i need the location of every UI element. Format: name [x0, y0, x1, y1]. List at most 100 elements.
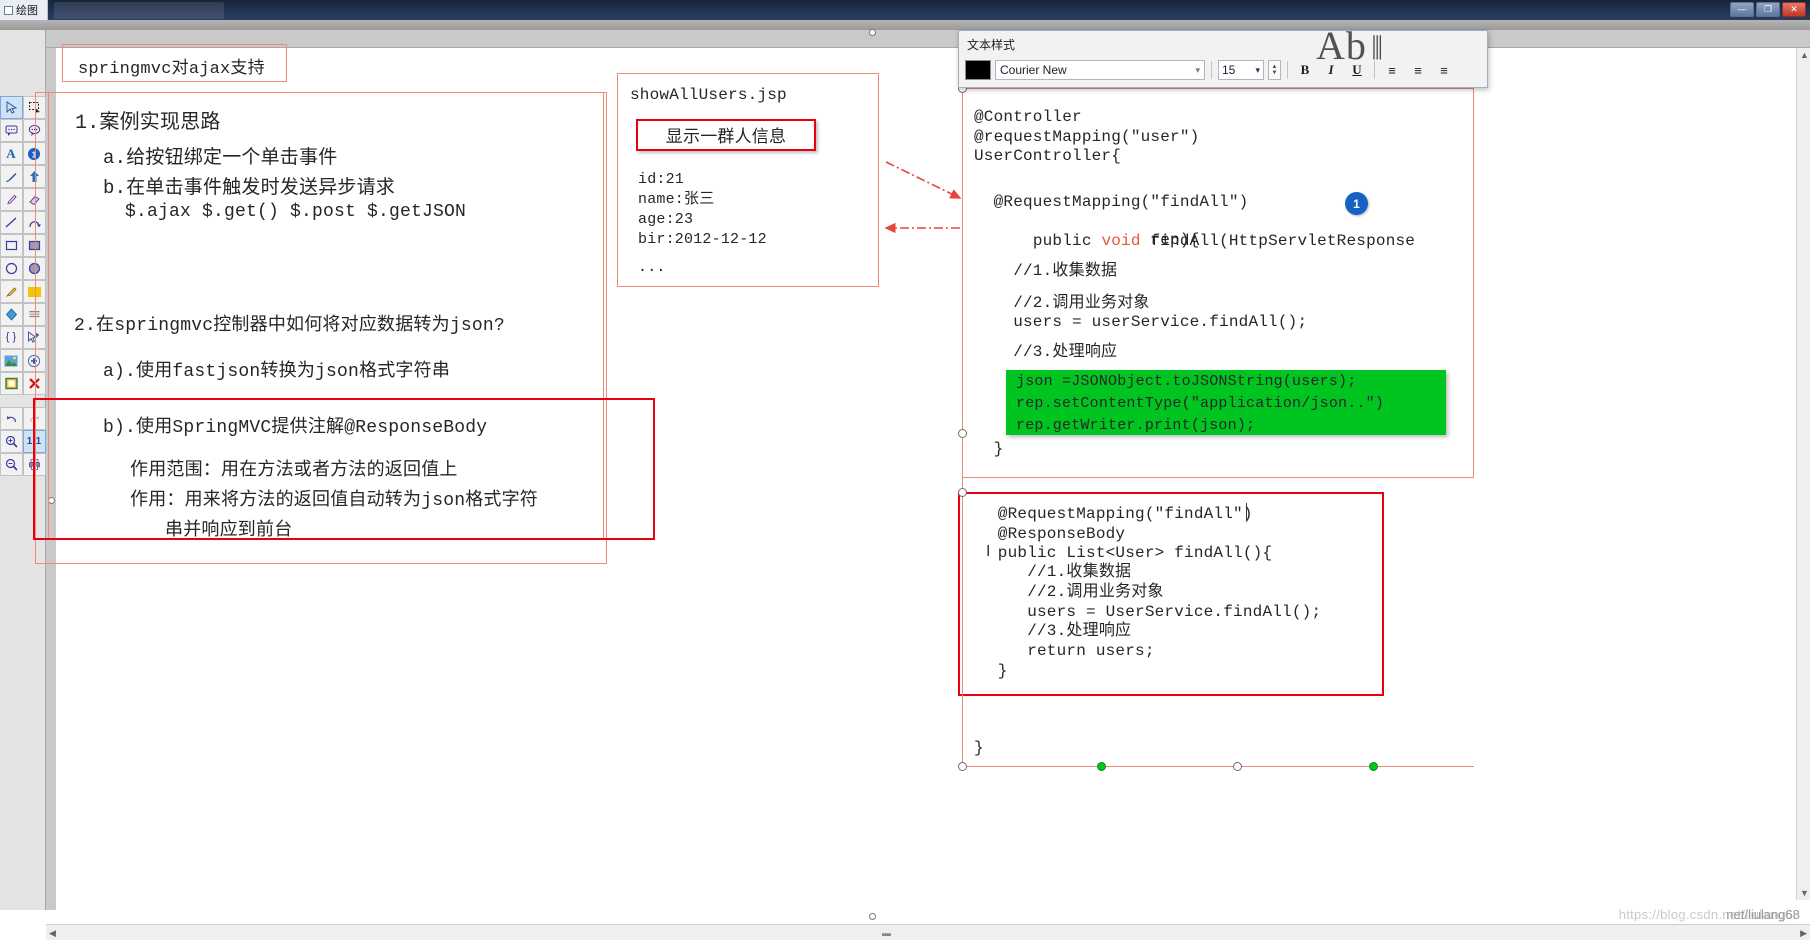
selection-line-bottom [962, 766, 1474, 767]
chevron-down-icon: ▾ [1195, 64, 1200, 75]
scroll-down-arrow-icon[interactable]: ▼ [1800, 888, 1809, 898]
line-tool-icon[interactable] [0, 211, 23, 234]
jsp-data-line-3: age:23 [638, 211, 694, 228]
highlighter-tool-icon[interactable] [0, 280, 23, 303]
select-pointer-tool-icon[interactable] [0, 96, 23, 119]
section2-heading: 2.在springmvc控制器中如何将对应数据转为json? [74, 316, 505, 336]
border-tool-icon[interactable] [0, 372, 23, 395]
scroll-right-arrow-icon[interactable]: ▶ [1800, 928, 1807, 939]
font-size-stepper[interactable]: ▲ ▼ [1268, 60, 1281, 80]
closing-brace-text: } [974, 739, 984, 757]
section1-item-b: b.在单击事件触发时发送异步请求 [103, 177, 396, 199]
jsp-highlight-box[interactable]: 显示一群人信息 [636, 119, 816, 151]
controller-code-tail: } [974, 440, 1004, 458]
controller-code-line-12: users = userService.findAll(); [974, 313, 1308, 331]
font-size-value: 15 [1222, 63, 1236, 77]
section2-effect-line2: 串并响应到前台 [165, 521, 293, 541]
inactive-tab[interactable] [54, 2, 224, 19]
section1-item-a: a.给按钮绑定一个单击事件 [103, 147, 338, 169]
rb-code-line-5: //2.调用业务对象 [988, 583, 1164, 601]
controller-code-line-11: //2.调用业务对象 [974, 294, 1150, 312]
green-highlight-block[interactable]: json =JSONObject.toJSONString(users); re… [1006, 370, 1446, 435]
title-text: springmvc对ajax支持 [78, 60, 265, 79]
text-caret [1246, 503, 1247, 520]
brace-tool-icon[interactable]: { } [0, 326, 23, 349]
green-code-line-3: rep.getWriter.print(json); [1016, 417, 1256, 434]
toolbar-divider [1211, 61, 1212, 79]
vertical-scrollbar[interactable]: ▲ ▼ [1796, 48, 1810, 900]
controller-code-line-2: @requestMapping("user") [974, 128, 1200, 146]
spinner-down-icon: ▼ [1271, 70, 1278, 76]
pen-tool-icon[interactable] [0, 165, 23, 188]
horizontal-ruler[interactable] [46, 30, 1810, 48]
jsp-data-line-1: id:21 [638, 171, 685, 188]
window-titlebar: 绘图 — ❐ ✕ [0, 0, 1810, 20]
controller-code-line-1: @Controller [974, 108, 1082, 126]
horizontal-scrollbar[interactable]: ◀ ▶ ▬ [46, 924, 1810, 940]
text-tool-icon[interactable]: A [0, 142, 23, 165]
zoom-out-tool-icon[interactable] [0, 453, 23, 476]
font-preview-overlay: Ab ||| [1316, 23, 1383, 68]
jsp-data-line-ellipsis: ... [638, 259, 666, 276]
rb-code-line-7: //3.处理响应 [988, 622, 1132, 640]
canvas-handle-top[interactable] [869, 29, 876, 36]
section2-item-b: b).使用SpringMVC提供注解@ResponseBody [103, 418, 488, 438]
font-size-select[interactable]: 15 ▾ [1218, 60, 1264, 80]
scrollbar-thumb[interactable]: ▬ [882, 928, 891, 938]
app-icon [4, 5, 13, 15]
selection-handle-bl2[interactable] [958, 488, 967, 497]
drawing-tab-label: 绘图 [16, 5, 38, 17]
controller-code-line-3: UserController{ [974, 147, 1122, 165]
selection-line-top [962, 88, 1474, 89]
color-picker-tool-icon[interactable] [0, 303, 23, 326]
controller-code-line-9: //1.收集数据 [974, 262, 1118, 280]
selection-handle-ml[interactable] [958, 429, 967, 438]
image-insert-tool-icon[interactable] [0, 349, 23, 372]
jsp-data-line-2: name:张三 [638, 191, 715, 208]
rb-code-line-2: @ResponseBody [988, 525, 1126, 543]
controller-code-line-5: @RequestMapping("findAll") [974, 193, 1249, 211]
drawing-tab[interactable]: 绘图 [0, 0, 48, 20]
section1-item-ajax: $.ajax $.get() $.post $.getJSON [103, 202, 467, 222]
zoom-in-tool-icon[interactable] [0, 430, 23, 453]
chevron-down-icon-2: ▾ [1255, 64, 1260, 75]
rectangle-outline-tool-icon[interactable] [0, 234, 23, 257]
undo-tool-icon[interactable] [0, 407, 23, 430]
green-code-line-2: rep.setContentType("application/json..") [1016, 395, 1385, 412]
section2-item-a: a).使用fastjson转换为json格式字符串 [103, 362, 451, 382]
selection-line-left [962, 88, 963, 767]
section2-scope-line: 作用范围：用在方法或者方法的返回值上 [130, 461, 458, 481]
watermark-text-overlay: net/liulang68 [1726, 907, 1800, 922]
selection-handle-rotate-1[interactable] [1097, 762, 1106, 771]
section2-effect-line1: 作用：用来将方法的返回值自动转为json格式字符 [130, 491, 539, 511]
toolbar-divider-2 [1287, 61, 1288, 79]
jsp-title-text: showAllUsers.jsp [630, 86, 787, 104]
close-button[interactable]: ✕ [1782, 2, 1806, 17]
rb-code-line-9: } [988, 662, 1008, 680]
rb-code-line-4: //1.收集数据 [988, 563, 1132, 581]
font-color-swatch[interactable] [965, 60, 991, 80]
font-family-select[interactable]: Courier New ▾ [995, 60, 1205, 80]
minimize-button[interactable]: — [1730, 2, 1754, 17]
canvas-handle-bottom[interactable] [869, 913, 876, 920]
rb-code-line-8: return users; [988, 642, 1155, 660]
scroll-left-arrow-icon[interactable]: ◀ [49, 928, 56, 939]
callout-left-tool-icon[interactable] [0, 119, 23, 142]
controller-code-line-14: //3.处理响应 [974, 343, 1118, 361]
ellipse-outline-tool-icon[interactable] [0, 257, 23, 280]
selection-handle-bc[interactable] [958, 762, 967, 771]
section1-heading: 1.案例实现思路 [75, 112, 221, 135]
scroll-up-arrow-icon[interactable]: ▲ [1800, 50, 1809, 60]
selection-handle-rotate-2[interactable] [1369, 762, 1378, 771]
rb-code-line-6: users = UserService.findAll(); [988, 603, 1322, 621]
maximize-button[interactable]: ❐ [1756, 2, 1780, 17]
selection-handle-bc2[interactable] [1233, 762, 1242, 771]
numbered-badge-1[interactable]: 1 [1345, 192, 1368, 215]
window-subbar [0, 20, 1810, 30]
font-family-value: Courier New [1000, 63, 1067, 77]
pencil-tool-icon[interactable] [0, 188, 23, 211]
controller-code-line-7: rep){ [974, 231, 1200, 249]
rb-code-line-3: public List<User> findAll(){ [988, 544, 1273, 562]
jsp-highlight-text: 显示一群人信息 [665, 129, 787, 148]
window-controls: — ❐ ✕ [1730, 2, 1806, 17]
